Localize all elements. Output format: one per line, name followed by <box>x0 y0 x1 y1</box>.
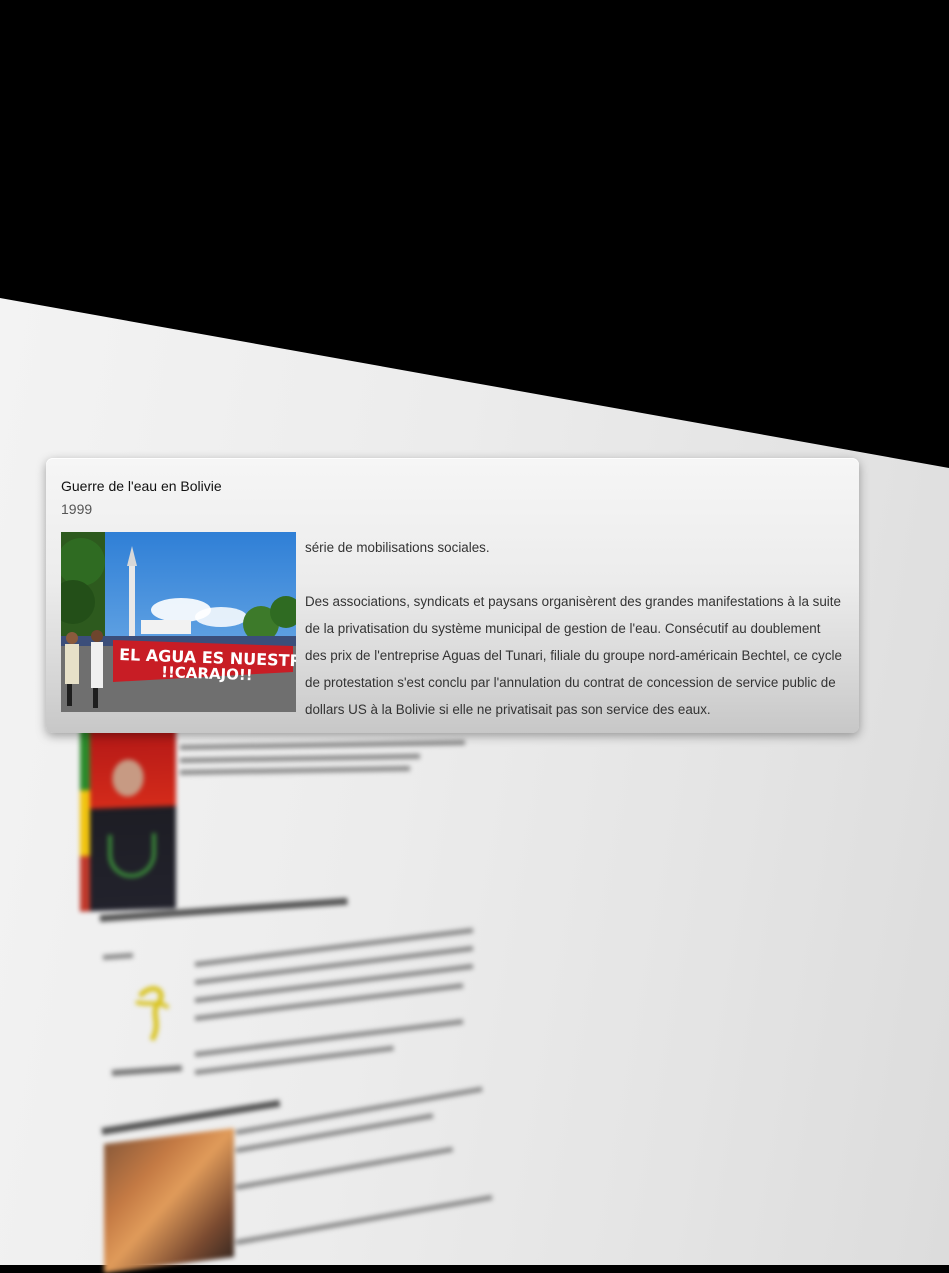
event-title: Guerre de l'eau en Bolivie <box>61 478 222 494</box>
background-flag <box>80 723 90 912</box>
background-text-line <box>179 753 421 763</box>
banner-text-line-2: !!CARAJO!! <box>161 663 253 684</box>
protest-photo-illustration: EL AGUA ES NUESTRA !!CARAJO!! <box>61 532 296 712</box>
background-text-line <box>102 952 134 960</box>
event-description: série de mobilisations sociales. Des ass… <box>305 534 845 723</box>
background-text-line <box>194 945 474 985</box>
description-paragraph: série de mobilisations sociales. <box>305 540 490 555</box>
background-text-line <box>194 983 464 1021</box>
background-text-line <box>179 765 411 775</box>
background-street-photo <box>104 1128 234 1273</box>
background-text-line <box>235 1194 493 1245</box>
background-logo <box>135 986 170 1042</box>
background-text-line <box>235 1146 454 1190</box>
background-ceremonial-chain <box>108 833 156 879</box>
protest-photo[interactable]: EL AGUA ES NUESTRA !!CARAJO!! <box>61 532 296 712</box>
background-text-line <box>194 927 474 967</box>
background-text-line <box>179 740 466 750</box>
background-text-line <box>194 1019 464 1057</box>
background-logo-caption <box>111 1065 183 1076</box>
event-popup-card[interactable]: Guerre de l'eau en Bolivie 1999 EL AGUA … <box>46 458 859 733</box>
event-year: 1999 <box>61 501 93 517</box>
description-paragraph: Des associations, syndicats et paysans o… <box>305 594 842 717</box>
background-text-line <box>194 963 474 1003</box>
background-text-line <box>235 1113 434 1153</box>
background-portrait-photo <box>80 720 176 912</box>
